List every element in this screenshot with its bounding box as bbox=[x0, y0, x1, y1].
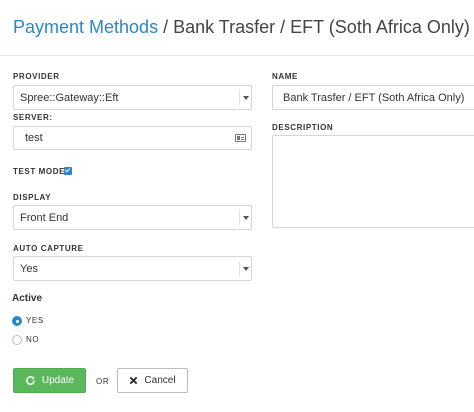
name-value: Bank Trasfer / EFT (Soth Africa Only) bbox=[283, 91, 465, 104]
test-mode-checkbox[interactable] bbox=[64, 167, 72, 175]
active-yes-radio[interactable] bbox=[12, 316, 22, 326]
auto-capture-label: AUTO CAPTURE bbox=[13, 244, 84, 253]
display-select[interactable]: Front End bbox=[13, 205, 252, 230]
provider-label: PROVIDER bbox=[13, 72, 60, 81]
description-textarea[interactable] bbox=[272, 135, 474, 228]
server-label: SERVER: bbox=[13, 113, 53, 122]
close-icon bbox=[130, 376, 138, 385]
name-label: NAME bbox=[272, 72, 298, 81]
chevron-down-icon bbox=[239, 210, 251, 225]
display-label: DISPLAY bbox=[13, 193, 52, 202]
auto-capture-value: Yes bbox=[20, 262, 38, 275]
breadcrumb-payment-methods-link[interactable]: Payment Methods bbox=[13, 17, 158, 37]
cancel-button[interactable]: Cancel bbox=[117, 368, 188, 393]
update-button[interactable]: Update bbox=[13, 368, 86, 393]
page-title: Payment Methods / Bank Trasfer / EFT (So… bbox=[13, 16, 470, 38]
chevron-down-icon bbox=[239, 90, 251, 105]
refresh-icon bbox=[26, 376, 35, 385]
provider-select[interactable]: Spree::Gateway::Eft bbox=[13, 85, 252, 110]
display-value: Front End bbox=[20, 211, 69, 224]
active-heading: Active bbox=[12, 293, 43, 304]
active-no-label[interactable]: NO bbox=[26, 335, 39, 344]
server-value: test bbox=[25, 132, 43, 144]
chevron-down-icon bbox=[239, 261, 251, 276]
auto-capture-select[interactable]: Yes bbox=[13, 256, 252, 281]
cancel-button-label: Cancel bbox=[144, 375, 176, 386]
provider-value: Spree::Gateway::Eft bbox=[20, 91, 119, 104]
server-input[interactable]: test bbox=[13, 126, 252, 150]
name-input[interactable]: Bank Trasfer / EFT (Soth Africa Only) bbox=[272, 85, 474, 110]
description-label: DESCRIPTION bbox=[272, 123, 334, 132]
header-divider bbox=[0, 55, 474, 56]
breadcrumb-current: Bank Trasfer / EFT (Soth Africa Only) bbox=[173, 17, 470, 37]
active-yes-label[interactable]: YES bbox=[26, 316, 44, 325]
card-icon bbox=[235, 134, 246, 142]
breadcrumb-separator: / bbox=[158, 17, 174, 37]
or-separator: OR bbox=[96, 377, 110, 386]
update-button-label: Update bbox=[41, 375, 75, 386]
active-no-radio[interactable] bbox=[12, 335, 22, 345]
test-mode-label: TEST MODE: bbox=[13, 167, 69, 176]
